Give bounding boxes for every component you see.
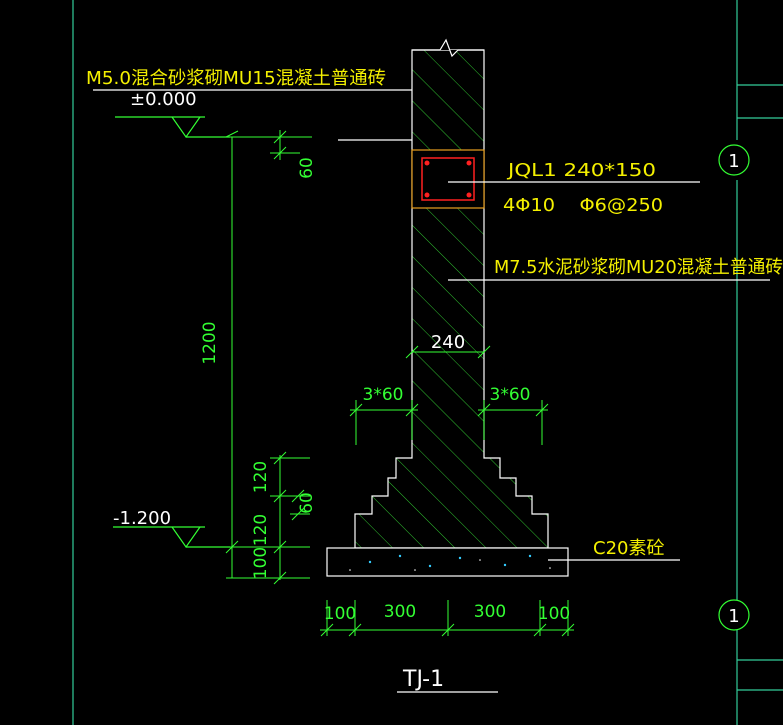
dim-bottom-300-right: 300 <box>474 602 506 622</box>
dim-100-left: 100 <box>251 547 271 579</box>
dim-bottom-100-right: 100 <box>538 604 570 624</box>
wall-lower-label: M7.5水泥砂浆砌MU20混凝土普通砖 <box>494 257 783 278</box>
axis-marker-top: 1 <box>718 144 750 176</box>
axis-marker-bottom: 1 <box>718 599 750 631</box>
drawing-title: TJ-1 <box>402 667 444 692</box>
dim-60-top: 60 <box>297 157 317 179</box>
cushion-label: C20素砼 <box>593 538 664 559</box>
level-bottom-symbol <box>113 526 230 549</box>
level-bottom-label: -1.200 <box>113 508 171 529</box>
foundation-section-drawing: 1 1 M5.0混合砂浆砌MU15混凝土普通砖 JQL1 240*150 4Φ1… <box>72 0 783 725</box>
dim-60-step: 60 <box>297 492 317 514</box>
axis-marker-label: 1 <box>728 151 739 172</box>
dim-step-left: 3*60 <box>363 385 404 405</box>
dim-1200: 1200 <box>200 321 220 364</box>
level-zero-symbol <box>115 116 230 139</box>
dim-step-right: 3*60 <box>490 385 531 405</box>
level-zero-label: ±0.000 <box>130 89 197 110</box>
wall-body <box>354 38 549 549</box>
ring-beam <box>411 149 485 209</box>
cushion-layer <box>326 547 569 577</box>
axis-marker-label: 1 <box>728 606 739 627</box>
wall-upper-label: M5.0混合砂浆砌MU15混凝土普通砖 <box>86 68 386 89</box>
dim-120-lower: 120 <box>251 514 271 546</box>
dim-240: 240 <box>431 332 465 353</box>
dim-bottom-100-left: 100 <box>324 604 356 624</box>
beam-name-label: JQL1 240*150 <box>507 160 656 181</box>
beam-rebar-label: 4Φ10 Φ6@250 <box>503 195 663 216</box>
dim-bottom-300-left: 300 <box>384 602 416 622</box>
dim-120-upper: 120 <box>251 461 271 493</box>
